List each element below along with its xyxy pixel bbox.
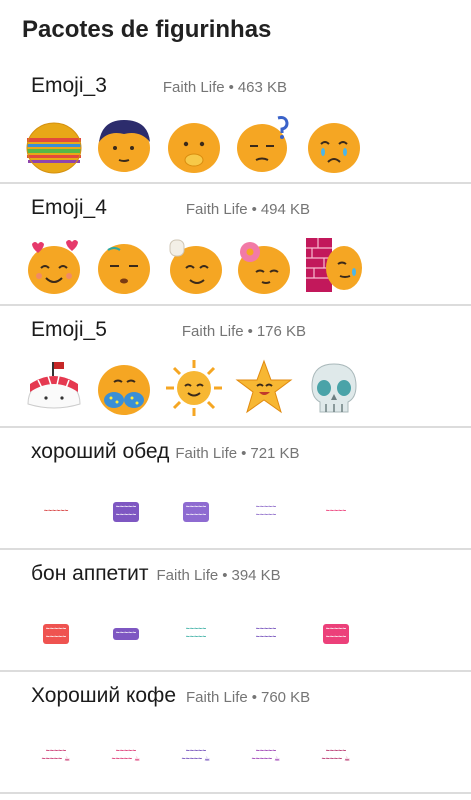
pack-author: Faith Life [181,323,244,340]
sticker-pack-emoji-3[interactable]: Emoji_3 Faith Life • 463 KB [0,62,471,184]
pack-author: Faith Life [162,79,225,96]
pack-size: 760 KB [260,689,311,706]
sticker-pack-good-lunch[interactable]: хороший обед Faith Life • 721 KB ~~~~~~ ~~… [0,428,471,550]
sticker-pack-emoji-4[interactable]: Emoji_4 Faith Life • 494 KB [0,184,471,306]
text-sticker-5: ~~~~~ ~~~~~ [304,616,368,652]
separator-dot: • [247,323,253,340]
pack-name: бон аппетит [31,562,149,585]
text-sticker-3: ~~~~~ ~~~~~ ☕ [181,748,211,763]
pack-name: Emoji_3 [31,74,107,97]
text-sticker-1: ~~~~~ ~~~~~ [24,616,88,652]
sticker-pack-emoji-5[interactable]: Emoji_5 Faith Life • 176 KB [0,306,471,428]
pack-name: Хороший кофе [31,684,177,707]
separator-dot: • [222,567,228,584]
separator-dot: • [251,201,257,218]
skull-sticker [311,363,357,413]
pack-size: 494 KB [260,201,311,218]
crying-blob-sticker [308,123,360,173]
text-sticker-4: ~~~~~ ~~~~~ ☕ [251,748,281,763]
love-blob-sticker [28,240,80,294]
text-sticker-1: ~~~~~~ [43,508,69,515]
wall-blob-sticker [306,238,362,292]
star-sticker [235,359,293,414]
duck-blob-sticker [168,123,220,173]
sticker-pack-good-coffee[interactable]: Хороший кофе Faith Life • 760 KB ~~~~~ ~~~~… [0,672,471,794]
pack-name: Emoji_4 [31,196,107,219]
text-sticker-5: ~~~~~ ~~~~~ ☕ [321,748,351,763]
separator-dot: • [241,445,247,462]
pack-meta: Faith Life • 394 KB [157,567,281,584]
separator-dot: • [251,689,257,706]
pack-size: 721 KB [250,445,300,462]
chef-blob-sticker [169,239,222,294]
text-sticker-5: ~~~~~ [325,508,347,515]
sleepy-blob-sticker [98,244,150,294]
text-sticker-4: ~~~~~ ~~~~~ [255,504,277,519]
pack-author: Faith Life [156,567,219,584]
text-sticker-4: ~~~~~ ~~~~~ [255,626,277,641]
pack-meta: Faith Life • 176 KB [182,323,306,340]
pack-size: 463 KB [237,79,288,96]
striped-egg-sticker [26,122,82,174]
hair-blob-sticker [98,120,150,172]
pack-name: Emoji_5 [31,318,107,341]
text-sticker-2: ~~~~~ ~~~~~ [94,494,158,530]
pack-author: Faith Life [185,201,248,218]
sticker-pack-bon-appetit[interactable]: бон аппетит Faith Life • 394 KB ~~~~~ ~~~~~… [0,550,471,672]
text-sticker-2: ~~~~~ [94,616,158,652]
text-sticker-2: ~~~~~ ~~~~~ ☕ [111,748,141,763]
pack-meta: Faith Life • 721 KB [175,445,299,462]
text-sticker-3: ~~~~~ ~~~~~ [164,494,228,530]
bikini-blob-sticker [98,365,150,415]
donut-blob-sticker [238,242,290,294]
sushi-sticker [27,362,81,409]
pack-author: Faith Life [186,689,248,706]
sun-sticker [166,360,222,416]
pack-size: 394 KB [231,567,281,584]
pack-meta: Faith Life • 463 KB [163,79,287,96]
text-sticker-3: ~~~~~ ~~~~~ [185,626,207,641]
pack-meta: Faith Life • 760 KB [186,689,310,706]
question-blob-sticker [237,116,289,172]
text-sticker-1: ~~~~~ ~~~~~ ☕ [41,748,71,763]
pack-author: Faith Life [175,445,238,462]
pack-meta: Faith Life • 494 KB [186,201,310,218]
pack-name: хороший обед [31,440,170,463]
page-title: Pacotes de figurinhas [22,16,272,43]
pack-size: 176 KB [256,323,307,340]
separator-dot: • [228,79,234,96]
